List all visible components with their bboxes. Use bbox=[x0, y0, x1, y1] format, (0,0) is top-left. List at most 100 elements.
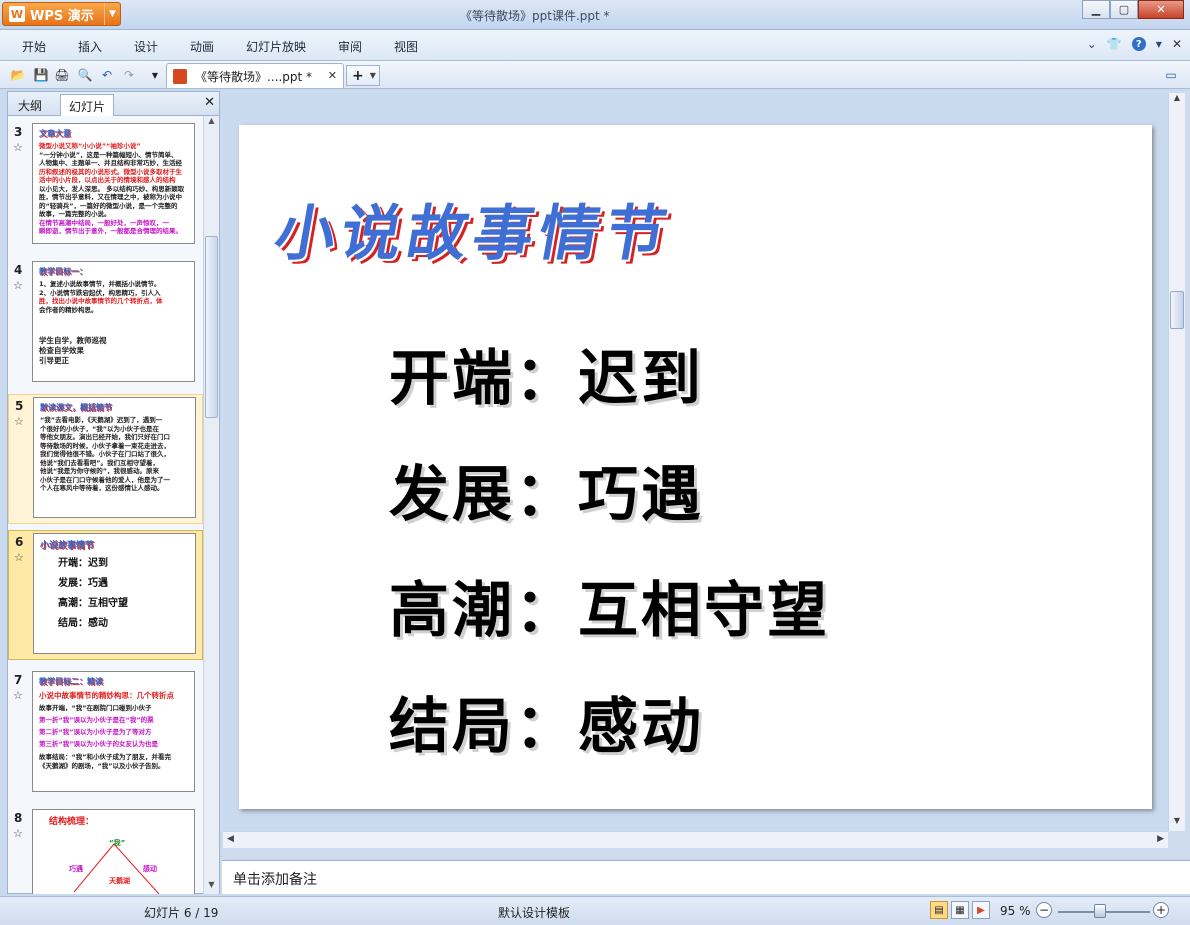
slide-number: 4 bbox=[14, 263, 23, 277]
minimize-button[interactable]: ▁ bbox=[1082, 0, 1110, 19]
thumb-line: 检查自学效果 bbox=[39, 346, 84, 355]
menu-item-slideshow[interactable]: 幻灯片放映 bbox=[246, 38, 306, 55]
panel-scroll-thumb[interactable] bbox=[205, 236, 218, 418]
ppt-file-icon bbox=[173, 68, 187, 84]
undo-icon[interactable]: ↶ bbox=[99, 67, 115, 83]
slide-counter: 幻灯片 6 / 19 bbox=[144, 906, 219, 920]
wps-app-menu-button[interactable]: W WPS 演示 ▼ bbox=[2, 2, 121, 26]
slide-thumbnail-list: 3 ☆ 文章大意 微型小说又称“小小说”“袖珍小说” “一分钟小说”，这是一种篇… bbox=[8, 116, 203, 894]
print-preview-icon[interactable]: 🔍 bbox=[77, 67, 93, 83]
title-bar: W WPS 演示 ▼ 《等待散场》ppt课件.ppt * ▁ ▢ ✕ bbox=[0, 0, 1190, 30]
app-menu-dropdown-icon[interactable]: ▼ bbox=[104, 3, 120, 25]
thumb-line: 小说中故事情节的精妙构思：几个转折点 bbox=[39, 691, 174, 700]
thumb-line: 他说“我们去看看吧”。我们互相守望着， bbox=[40, 458, 160, 467]
slide-preview: 默读课文，概括情节 “我”去看电影，《天鹅湖》迟到了，遇到一 个很好的小伙子，“… bbox=[33, 397, 196, 518]
thumb-line: 《天鹅湖》的剧场，“我”以及小伙子告别。 bbox=[39, 761, 165, 770]
thumb-line: “一分钟小说”，这是一种篇幅短小、情节简单、 bbox=[39, 150, 178, 159]
tab-outline[interactable]: 大纲 bbox=[10, 94, 50, 116]
menu-item-insert[interactable]: 插入 bbox=[78, 38, 102, 55]
scroll-down-icon[interactable]: ▼ bbox=[204, 880, 219, 894]
collapse-ribbon-icon[interactable]: ⌄ bbox=[1087, 37, 1097, 51]
thumb-line: 他说“我是为你守候的”，我很感动。原来 bbox=[40, 467, 160, 475]
menu-item-view[interactable]: 视图 bbox=[394, 38, 418, 55]
new-tab-dropdown-icon[interactable]: ▼ bbox=[370, 71, 376, 80]
scroll-up-icon[interactable]: ▲ bbox=[204, 116, 219, 130]
thumb-line: 会作者的精妙构思。 bbox=[39, 305, 98, 314]
editor-vertical-scrollbar[interactable]: ▲ ▼ bbox=[1168, 93, 1185, 831]
animation-star-icon: ☆ bbox=[13, 827, 23, 840]
thumb-title: 教学目标二：精读 bbox=[39, 677, 103, 686]
zoom-level: 95 % bbox=[1000, 904, 1031, 918]
print-icon[interactable]: 🖨 bbox=[54, 67, 70, 83]
notes-pane[interactable]: 单击添加备注 bbox=[222, 860, 1190, 894]
scroll-right-icon[interactable]: ▶ bbox=[1157, 834, 1164, 844]
new-tab-button[interactable]: + ▼ bbox=[346, 65, 380, 86]
slides-panel: 大纲 幻灯片 ✕ 3 ☆ 文章大意 微型小说又称“小小说”“袖珍小说” “一分钟… bbox=[7, 91, 220, 894]
animation-star-icon: ☆ bbox=[13, 141, 23, 154]
editor-horizontal-scrollbar[interactable]: ◀ ▶ bbox=[223, 831, 1168, 848]
menu-item-animation[interactable]: 动画 bbox=[190, 38, 214, 55]
thumb-line: 胜，情节出乎意料，又在情理之中，被称为小说中 bbox=[39, 193, 182, 201]
window-layout-icon[interactable]: ▭ bbox=[1163, 67, 1179, 83]
thumb-title: 文章大意 bbox=[39, 129, 71, 138]
slide-thumb-6[interactable]: 6 ☆ 小说故事情节 开端：迟到 发展：巧遇 高潮：互相守望 结局：感动 bbox=[8, 530, 203, 660]
slide-title[interactable]: 小说故事情节 bbox=[269, 185, 1004, 269]
zoom-in-icon[interactable]: + bbox=[1153, 902, 1169, 918]
panel-scrollbar[interactable]: ▲ ▼ bbox=[203, 116, 219, 894]
thumb-line: 我们觉得他很不错。小伙子在门口站了很久， bbox=[40, 450, 170, 458]
slide-body-line[interactable]: 开端：迟到 bbox=[389, 330, 704, 417]
close-tab-icon[interactable]: ✕ bbox=[328, 69, 337, 82]
document-tab[interactable]: 《等待散场》....ppt * ✕ bbox=[166, 63, 344, 88]
close-window-button[interactable]: ✕ bbox=[1138, 0, 1184, 19]
menu-item-design[interactable]: 设计 bbox=[134, 38, 158, 55]
zoom-out-icon[interactable]: − bbox=[1036, 902, 1052, 918]
normal-view-icon[interactable]: ▤ bbox=[930, 901, 948, 919]
thumb-line: 瞬即逝，情节出于意外，一般都是合情理的结果。 bbox=[39, 227, 182, 235]
slide-thumb-8[interactable]: 8 ☆ 结构梳理： “我” 巧遇 感动 天鹅湖 bbox=[8, 807, 203, 894]
scroll-down-icon[interactable]: ▼ bbox=[1169, 816, 1185, 831]
thumb-line: 高潮：互相守望 bbox=[58, 598, 128, 609]
slide-thumb-7[interactable]: 7 ☆ 教学目标二：精读 小说中故事情节的精妙构思：几个转折点 故事开端，“我”… bbox=[8, 669, 203, 795]
thumb-line: 个很好的小伙子，“我”以为小伙子也是在 bbox=[40, 424, 160, 433]
help-dropdown-icon[interactable]: ▼ bbox=[1156, 40, 1162, 49]
scroll-up-icon[interactable]: ▲ bbox=[1169, 93, 1185, 108]
skin-icon[interactable]: 👕 bbox=[1107, 37, 1122, 51]
menu-item-review[interactable]: 审阅 bbox=[338, 38, 362, 55]
help-icon[interactable]: ? bbox=[1131, 37, 1146, 51]
scroll-left-icon[interactable]: ◀ bbox=[227, 834, 234, 844]
status-bar: 幻灯片 6 / 19 默认设计模板 ▤ ▦ ▶ 95 % − + bbox=[0, 896, 1190, 925]
thumb-line: 微型小说又称“小小说”“袖珍小说” bbox=[39, 142, 141, 150]
animation-star-icon: ☆ bbox=[14, 415, 24, 428]
thumb-line: 结局：感动 bbox=[58, 618, 108, 629]
slide-editor: 小说故事情节 开端：迟到 发展：巧遇 高潮：互相守望 结局：感动 ▲ ▼ ◀ ▶ bbox=[222, 91, 1190, 859]
slide-body-line[interactable]: 高潮：互相守望 bbox=[389, 562, 830, 649]
maximize-button[interactable]: ▢ bbox=[1110, 0, 1138, 19]
thumb-title: 小说故事情节 bbox=[40, 541, 95, 551]
slide-body-line[interactable]: 结局：感动 bbox=[389, 678, 704, 765]
ribbon-close-icon[interactable]: ✕ bbox=[1172, 37, 1182, 51]
menu-item-home[interactable]: 开始 bbox=[22, 38, 46, 55]
slide-thumb-5[interactable]: 5 ☆ 默读课文，概括情节 “我”去看电影，《天鹅湖》迟到了，遇到一 个很好的小… bbox=[8, 394, 203, 524]
tab-slides[interactable]: 幻灯片 bbox=[60, 94, 115, 116]
slide-thumb-4[interactable]: 4 ☆ 教学目标一： 1、复述小说故事情节，并概括小说情节。 2、小说情节跌宕起… bbox=[8, 259, 203, 385]
thumb-line: 学生自学，教师巡视 bbox=[39, 336, 107, 345]
zoom-slider-knob[interactable] bbox=[1094, 904, 1106, 918]
thumb-line: 第一折“我”误以为小伙子是在“我”的票 bbox=[39, 716, 154, 724]
toolbar-customize-icon[interactable]: ▼ bbox=[147, 67, 163, 83]
panel-close-icon[interactable]: ✕ bbox=[204, 95, 215, 110]
slideshow-icon[interactable]: ▶ bbox=[972, 901, 990, 919]
thumb-line: 等待散场的时候，小伙子拿着一束花走进去， bbox=[40, 441, 170, 450]
wps-logo-icon: W bbox=[9, 6, 25, 22]
slide-sorter-icon[interactable]: ▦ bbox=[951, 901, 969, 919]
slide-thumb-3[interactable]: 3 ☆ 文章大意 微型小说又称“小小说”“袖珍小说” “一分钟小说”，这是一种篇… bbox=[8, 121, 203, 247]
slide-preview: 教学目标二：精读 小说中故事情节的精妙构思：几个转折点 故事开端，“我”在剧院门… bbox=[32, 671, 195, 792]
quick-toolbar: 📂 💾 🖨 🔍 ↶ ↷ ▼ 《等待散场》....ppt * ✕ + ▼ ▭ bbox=[0, 61, 1190, 89]
redo-icon[interactable]: ↷ bbox=[121, 67, 137, 83]
slide-body-line[interactable]: 发展：巧遇 bbox=[389, 446, 704, 533]
thumb-line: 开端：迟到 bbox=[58, 558, 108, 569]
thumb-line: “我”去看电影，《天鹅湖》迟到了，遇到一 bbox=[40, 416, 163, 424]
editor-scroll-thumb[interactable] bbox=[1170, 291, 1184, 329]
current-slide[interactable]: 小说故事情节 开端：迟到 发展：巧遇 高潮：互相守望 结局：感动 bbox=[239, 125, 1152, 809]
save-icon[interactable]: 💾 bbox=[33, 67, 49, 83]
open-folder-icon[interactable]: 📂 bbox=[10, 67, 26, 83]
